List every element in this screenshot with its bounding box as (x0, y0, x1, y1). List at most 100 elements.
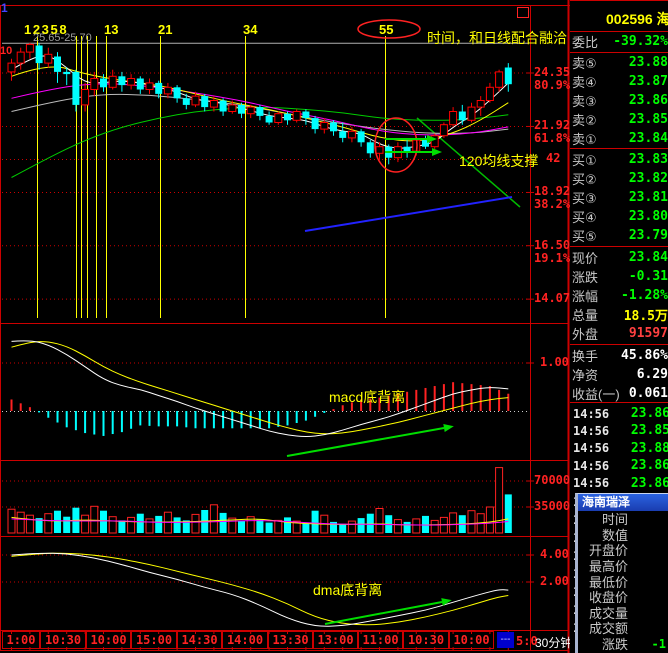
time-axis-cell: 14:30 (177, 631, 222, 649)
quote-value: 23.84 (629, 250, 668, 265)
quote-label: 买③ (570, 188, 597, 207)
stock-title: 002596 海南瑞泽 (570, 9, 668, 29)
chart-canvas[interactable] (0, 0, 570, 653)
price-axis-label: 16.50 (534, 239, 570, 251)
quote-label: 卖④ (570, 72, 597, 91)
tick-time: 14:56 (570, 441, 609, 455)
dma-axis-label: 4.00 (540, 548, 569, 560)
quote-value: 6.29 (637, 367, 668, 382)
time-axis-cell: 1:00 (2, 631, 40, 649)
quote-value: 23.88 (629, 55, 668, 70)
quote-label: 卖① (570, 129, 597, 148)
price-axis-label: 14.07 (534, 292, 570, 304)
quote-row-买④[interactable]: 买④ 23.80 (570, 207, 668, 226)
time-axis-cell: 13:30 (268, 631, 313, 649)
quote-row-卖②[interactable]: 卖②23.85 (570, 110, 668, 129)
time-note: 时间，和日线配合融洽 (427, 31, 567, 45)
time-axis-cell: 10:00 (86, 631, 131, 649)
time-axis-cell: 10:00 (449, 631, 494, 649)
quote-value: -39.32% (613, 34, 668, 49)
quote-row-买①[interactable]: 买①23.83 (570, 150, 668, 169)
popup-item-value: -1 (652, 637, 668, 651)
quote-row-总量: 总量18.5万 (570, 305, 668, 324)
fib-label-55: 55 (379, 23, 393, 36)
volume-axis-label: 35000 (534, 500, 570, 512)
tick-row: 14:5623.86 (570, 457, 668, 474)
tick-row: 14:56 23.88 (570, 440, 668, 457)
quote-row-买②[interactable]: 买②23.82 (570, 169, 668, 188)
quote-separator (570, 148, 668, 149)
stock-name: 海南瑞泽 (657, 11, 668, 27)
tick-row: 14:5623.85 (570, 422, 668, 439)
quote-value: 23.80 (629, 209, 668, 224)
quote-row-收益(一): 收益(一) 0.061 (570, 384, 668, 403)
popup-item-label: 涨幅 (578, 650, 628, 653)
price-axis-label: 18.92 (534, 185, 570, 197)
window-corner-label: 1 (1, 2, 8, 14)
quote-value: 18.5万 (624, 305, 668, 324)
fib-pct-label: 19.1% (534, 252, 570, 264)
quote-value: 23.87 (629, 74, 668, 89)
quote-value: 23.79 (629, 228, 668, 243)
fib-label-34: 34 (243, 23, 257, 36)
quote-row-卖③[interactable]: 卖③23.86 (570, 91, 668, 110)
quote-row-现价: 现价23.84 (570, 248, 668, 267)
quote-row-换手: 换手 45.86% (570, 346, 668, 365)
tick-price: 23.86 (631, 406, 668, 421)
scrollbar-chip[interactable]: --- (497, 632, 514, 648)
quote-value: -1.28% (621, 288, 668, 303)
tick-row: 14:56 23.86 (570, 475, 668, 492)
time-axis-cell: 10:30 (403, 631, 449, 649)
time-axis-cell: 13:00 (313, 631, 358, 649)
fib-pct-label: 38.2% (534, 198, 570, 210)
fib-label-21: 21 (158, 23, 172, 36)
quote-value: 23.85 (629, 112, 668, 127)
time-axis-cell: 11:00 (358, 631, 403, 649)
period-selector-label[interactable]: 30分钟 (535, 634, 572, 651)
tick-price: 23.86 (631, 476, 668, 491)
quote-label: 换手 (570, 346, 598, 365)
quote-separator (570, 246, 668, 247)
quote-value: 23.84 (629, 131, 668, 146)
quote-row-卖⑤[interactable]: 卖⑤23.88 (570, 53, 668, 72)
price-axis-label: 24.35 (534, 66, 570, 78)
quote-row-买③[interactable]: 买③23.81 (570, 188, 668, 207)
quote-label: 收益(一) (570, 384, 620, 403)
quote-value: 23.83 (629, 152, 668, 167)
tick-row: 14:56 23.86 (570, 405, 668, 422)
quote-label: 委比 (570, 32, 598, 51)
tick-price: 23.88 (631, 441, 668, 456)
quote-row-买⑤[interactable]: 买⑤ 23.79 (570, 226, 668, 245)
quote-label: 净资 (570, 365, 598, 384)
dma-divergence-note: dma底背离 (313, 583, 382, 597)
price-axis-label: 42 (546, 152, 560, 164)
quote-label: 卖③ (570, 91, 597, 110)
quote-label: 买④ (570, 207, 597, 226)
left-edge-label: 10 (0, 46, 12, 57)
quote-value: 0.061 (629, 386, 668, 401)
tick-time: 14:56 (570, 407, 609, 421)
quote-row-净资: 净资 6.29 (570, 365, 668, 384)
quote-row-卖④[interactable]: 卖④ 23.87 (570, 72, 668, 91)
time-axis-cell: 10:30 (40, 631, 86, 649)
restore-box-icon[interactable] (517, 7, 529, 18)
dma-axis-label: 2.00 (540, 575, 569, 587)
ma-support-note: 120均线支撑 (459, 154, 538, 168)
quote-label: 涨幅 (570, 286, 598, 305)
price-axis-label: 21.92 (534, 119, 570, 131)
peak-range-label: 25.65-25.70 (33, 33, 92, 44)
quote-label: 涨跌 (570, 267, 598, 286)
quote-label: 买⑤ (570, 226, 597, 245)
quote-row-涨幅: 涨幅 -1.28% (570, 286, 668, 305)
quote-row-外盘: 外盘91597 (570, 324, 668, 343)
time-axis-cell: 15:00 (131, 631, 177, 649)
quote-value: -0.31 (629, 269, 668, 284)
tick-time: 14:56 (570, 476, 609, 490)
fib-label-13: 13 (104, 23, 118, 36)
quote-row-卖①[interactable]: 卖① 23.84 (570, 129, 668, 148)
macd-axis-label: 1.00 (540, 356, 569, 368)
quote-separator (570, 344, 668, 345)
macd-divergence-note: macd底背离 (329, 390, 405, 404)
quote-value: 23.82 (629, 171, 668, 186)
quote-value: 45.86% (621, 348, 668, 363)
